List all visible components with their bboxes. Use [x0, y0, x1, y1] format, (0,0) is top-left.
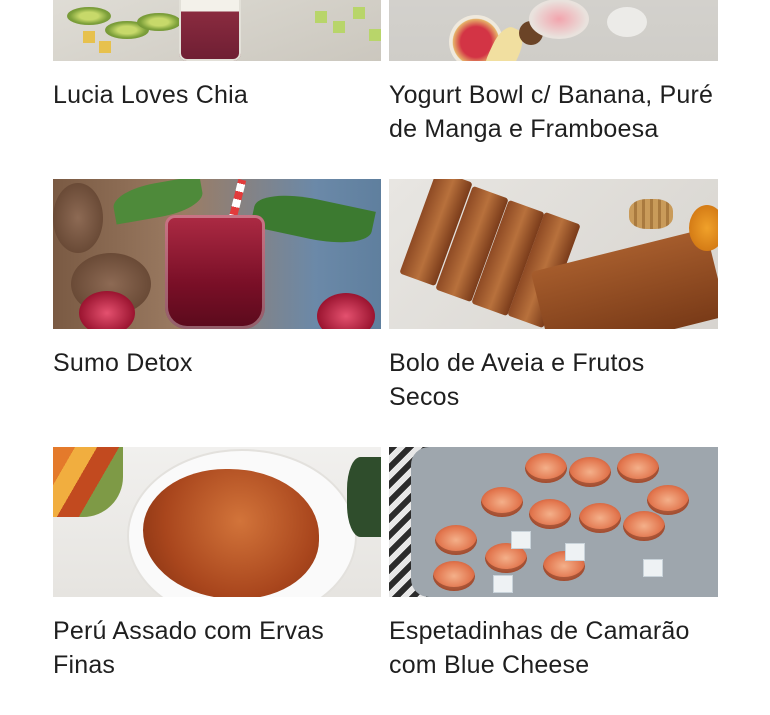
recipe-title[interactable]: Lucia Loves Chia	[53, 78, 381, 112]
recipe-card-yogurt-bowl[interactable]: Yogurt Bowl c/ Banana, Puré de Manga e F…	[389, 0, 718, 179]
recipe-title[interactable]: Espetadinhas de Camarão com Blue Cheese	[389, 614, 718, 682]
recipe-image-peru-assado[interactable]	[53, 447, 381, 597]
recipe-card-espetadinhas-camarao[interactable]: Espetadinhas de Camarão com Blue Cheese	[389, 447, 718, 715]
recipe-card-peru-assado[interactable]: Perú Assado com Ervas Finas	[53, 447, 381, 715]
recipe-title[interactable]: Sumo Detox	[53, 346, 381, 380]
recipe-image-bolo-de-aveia[interactable]	[389, 179, 718, 329]
recipe-image-espetadinhas-camarao[interactable]	[389, 447, 718, 597]
recipe-title[interactable]: Yogurt Bowl c/ Banana, Puré de Manga e F…	[389, 78, 718, 146]
recipe-grid: Lucia Loves Chia Yogurt Bowl c/ Banana, …	[53, 0, 718, 715]
recipe-title[interactable]: Bolo de Aveia e Frutos Secos	[389, 346, 718, 414]
recipe-image-yogurt-bowl[interactable]	[389, 0, 718, 61]
recipe-card-sumo-detox[interactable]: Sumo Detox	[53, 179, 381, 447]
recipe-image-sumo-detox[interactable]	[53, 179, 381, 329]
recipe-card-lucia-loves-chia[interactable]: Lucia Loves Chia	[53, 0, 381, 179]
recipe-card-bolo-de-aveia[interactable]: Bolo de Aveia e Frutos Secos	[389, 179, 718, 447]
recipe-image-lucia-loves-chia[interactable]	[53, 0, 381, 61]
recipe-title[interactable]: Perú Assado com Ervas Finas	[53, 614, 381, 682]
